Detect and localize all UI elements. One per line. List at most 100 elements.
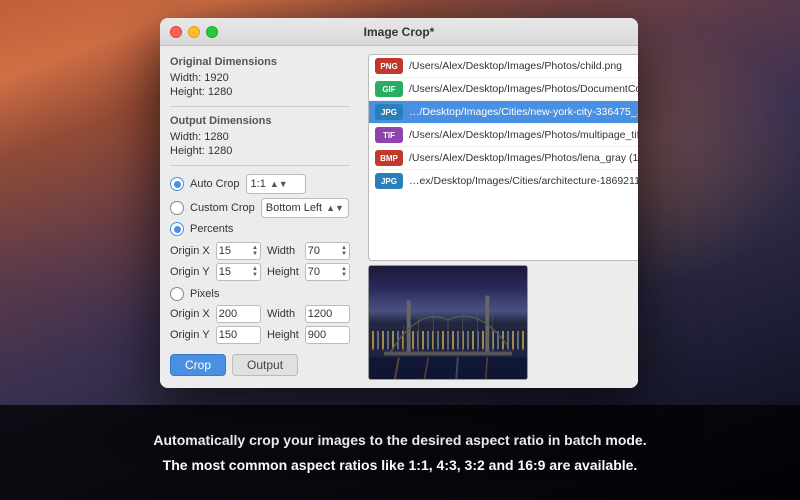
percent-fields: Origin X 15 ▲ ▼ Width 70 ▲ ▼ Origin — [170, 242, 350, 281]
file-item[interactable]: TIF/Users/Alex/Desktop/Images/Photos/mul… — [369, 124, 638, 147]
px-origin-y-value: 150 — [219, 329, 258, 341]
px-height-label: Height — [267, 329, 299, 341]
file-path: /Users/Alex/Desktop/Images/Photos/Docume… — [409, 83, 638, 95]
close-button[interactable] — [170, 26, 182, 38]
out-width-row: Width: 1280 — [170, 131, 350, 143]
origin-x-down[interactable]: ▼ — [252, 251, 258, 257]
out-height-value: 1280 — [208, 145, 232, 157]
height-down[interactable]: ▼ — [341, 272, 347, 278]
px-origin-x-label: Origin X — [170, 308, 210, 320]
height-value: 70 — [308, 266, 339, 278]
aspect-ratio-value: 1:1 — [251, 178, 266, 190]
px-origin-y-input[interactable]: 150 — [216, 326, 261, 344]
left-panel: Original Dimensions Width: 1920 Height: … — [160, 46, 360, 388]
aspect-ratio-arrow: ▲▼ — [270, 179, 288, 189]
origin-y-down[interactable]: ▼ — [252, 272, 258, 278]
custom-crop-row: Custom Crop Bottom Left ▲▼ — [170, 198, 350, 218]
out-width-value: 1280 — [204, 131, 228, 143]
file-badge: PNG — [375, 58, 403, 74]
bottom-tabs: Crop Output — [170, 354, 350, 376]
main-window: Image Crop* Original Dimensions Width: 1… — [160, 18, 638, 388]
orig-height-value: 1280 — [208, 86, 232, 98]
right-top: PNG/Users/Alex/Desktop/Images/Photos/chi… — [368, 54, 638, 261]
titlebar: Image Crop* — [160, 18, 638, 46]
pixel-fields: Origin X 200 Width 1200 Origin Y 150 Hei… — [170, 305, 350, 344]
orig-height-row: Height: 1280 — [170, 86, 350, 98]
height-spinner[interactable]: ▲ ▼ — [341, 266, 347, 278]
pixels-row: Pixels — [170, 287, 350, 301]
origin-x-spinner[interactable]: ▲ ▼ — [252, 245, 258, 257]
pixels-label: Pixels — [190, 288, 219, 300]
file-path: /Users/Alex/Desktop/Images/Photos/child.… — [409, 60, 622, 72]
auto-crop-row: Auto Crop 1:1 ▲▼ — [170, 174, 350, 194]
file-item[interactable]: PNG/Users/Alex/Desktop/Images/Photos/chi… — [369, 55, 638, 78]
width-down[interactable]: ▼ — [341, 251, 347, 257]
px-width-label: Width — [267, 308, 299, 320]
percents-row: Percents — [170, 222, 350, 236]
width-spinner[interactable]: ▲ ▼ — [341, 245, 347, 257]
file-list: PNG/Users/Alex/Desktop/Images/Photos/chi… — [368, 54, 638, 261]
custom-crop-radio[interactable] — [170, 201, 184, 215]
px-height-input[interactable]: 900 — [305, 326, 350, 344]
position-value: Bottom Left — [266, 202, 322, 214]
traffic-lights — [170, 26, 218, 38]
preview-area — [368, 265, 528, 380]
file-badge: BMP — [375, 150, 403, 166]
width-input[interactable]: 70 ▲ ▼ — [305, 242, 350, 260]
custom-crop-label: Custom Crop — [190, 202, 255, 214]
height-input[interactable]: 70 ▲ ▼ — [305, 263, 350, 281]
right-panel: PNG/Users/Alex/Desktop/Images/Photos/chi… — [360, 46, 638, 388]
origin-y-label: Origin Y — [170, 266, 210, 278]
bottom-description: Automatically crop your images to the de… — [0, 405, 800, 500]
px-origin-x-input[interactable]: 200 — [216, 305, 261, 323]
origin-y-value: 15 — [219, 266, 250, 278]
px-origin-y-label: Origin Y — [170, 329, 210, 341]
file-path: /Users/Alex/Desktop/Images/Photos/multip… — [409, 129, 638, 141]
file-badge: JPG — [375, 104, 403, 120]
tab-output[interactable]: Output — [232, 354, 298, 376]
file-badge: GIF — [375, 81, 403, 97]
bottom-line1: Automatically crop your images to the de… — [153, 430, 646, 451]
origin-x-label: Origin X — [170, 245, 210, 257]
position-arrow: ▲▼ — [326, 203, 344, 213]
orig-width-row: Width: 1920 — [170, 72, 350, 84]
file-item[interactable]: BMP/Users/Alex/Desktop/Images/Photos/len… — [369, 147, 638, 170]
px-width-value: 1200 — [308, 308, 347, 320]
file-item[interactable]: GIF/Users/Alex/Desktop/Images/Photos/Doc… — [369, 78, 638, 101]
out-height-label: Height: — [170, 145, 205, 157]
window-content: Original Dimensions Width: 1920 Height: … — [160, 46, 638, 388]
out-width-label: Width: — [170, 131, 201, 143]
bridge-preview — [369, 266, 527, 379]
bridge-svg — [369, 271, 527, 380]
orig-width-value: 1920 — [204, 72, 228, 84]
orig-width-label: Width: — [170, 72, 201, 84]
file-path: /Users/Alex/Desktop/Images/Photos/lena_g… — [409, 152, 638, 164]
origin-x-input[interactable]: 15 ▲ ▼ — [216, 242, 261, 260]
file-item[interactable]: JPG…ex/Desktop/Images/Cities/architectur… — [369, 170, 638, 192]
width-label: Width — [267, 245, 299, 257]
width-value: 70 — [308, 245, 339, 257]
window-title: Image Crop* — [364, 25, 435, 39]
origin-y-spinner[interactable]: ▲ ▼ — [252, 266, 258, 278]
output-dimensions-label: Output Dimensions — [170, 115, 350, 127]
minimize-button[interactable] — [188, 26, 200, 38]
position-select[interactable]: Bottom Left ▲▼ — [261, 198, 349, 218]
origin-x-value: 15 — [219, 245, 250, 257]
bottom-line2: The most common aspect ratios like 1:1, … — [163, 455, 638, 476]
aspect-ratio-select[interactable]: 1:1 ▲▼ — [246, 174, 306, 194]
px-height-value: 900 — [308, 329, 347, 341]
px-origin-x-value: 200 — [219, 308, 258, 320]
tab-crop[interactable]: Crop — [170, 354, 226, 376]
px-width-input[interactable]: 1200 — [305, 305, 350, 323]
percents-radio[interactable] — [170, 222, 184, 236]
percents-label: Percents — [190, 223, 233, 235]
orig-height-label: Height: — [170, 86, 205, 98]
file-path: …ex/Desktop/Images/Cities/architecture-1… — [409, 175, 638, 187]
maximize-button[interactable] — [206, 26, 218, 38]
file-path: …/Desktop/Images/Cities/new-york-city-33… — [409, 106, 638, 118]
file-item[interactable]: JPG …/Desktop/Images/Cities/new-york-city… — [369, 101, 638, 124]
auto-crop-radio[interactable] — [170, 177, 184, 191]
out-height-row: Height: 1280 — [170, 145, 350, 157]
pixels-radio[interactable] — [170, 287, 184, 301]
origin-y-input[interactable]: 15 ▲ ▼ — [216, 263, 261, 281]
